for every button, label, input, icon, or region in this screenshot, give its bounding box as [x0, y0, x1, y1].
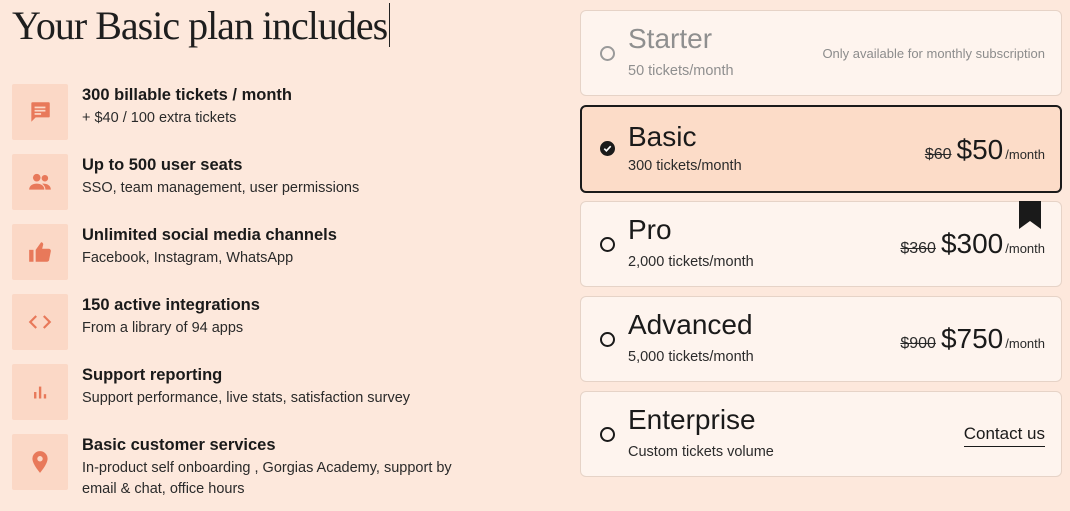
original-price: $60 [924, 146, 952, 163]
checkmark-icon [603, 145, 612, 152]
thumbs-up-icon [12, 224, 68, 280]
bar-chart-icon [12, 364, 68, 420]
location-pin-icon [12, 434, 68, 490]
text-caret [389, 3, 391, 47]
bookmark-icon [1019, 201, 1041, 229]
price-period: /month [1005, 241, 1045, 256]
plan-tickets: 2,000 tickets/month [628, 254, 754, 270]
feature-item-social-channels: Unlimited social media channels Facebook… [12, 224, 552, 282]
contact-us-link[interactable]: Contact us [963, 424, 1045, 447]
feature-description: SSO, team management, user permissions [82, 180, 360, 196]
plan-tickets: 300 tickets/month [628, 158, 742, 174]
discounted-price: $750 [940, 323, 1004, 354]
feature-description: In-product self onboarding , Gorgias Aca… [82, 460, 452, 497]
feature-description: Support performance, live stats, satisfa… [82, 390, 411, 406]
plan-option-enterprise[interactable]: Enterprise Custom tickets volume Contact… [580, 391, 1062, 477]
plan-features-panel: Your Basic plan includes 300 billable ti… [0, 0, 570, 511]
radio-button-checked[interactable] [600, 141, 615, 156]
feature-title: Up to 500 user seats [82, 156, 243, 174]
plan-name: Basic [628, 121, 697, 152]
feature-item-customer-services: Basic customer services In-product self … [12, 434, 552, 497]
plan-name: Starter [628, 23, 713, 54]
feature-item-tickets: 300 billable tickets / month + $40 / 100… [12, 84, 552, 142]
plan-option-basic[interactable]: Basic 300 tickets/month $60 $50 /month [580, 105, 1062, 193]
original-price: $900 [900, 335, 936, 352]
code-icon [12, 294, 68, 350]
feature-title: Support reporting [82, 366, 223, 384]
plan-tickets: 50 tickets/month [628, 63, 734, 79]
discounted-price: $50 [956, 134, 1004, 165]
radio-button[interactable] [600, 237, 615, 252]
original-price: $360 [900, 240, 936, 257]
feature-title: 150 active integrations [82, 296, 260, 314]
users-icon [12, 154, 68, 210]
feature-item-reporting: Support reporting Support performance, l… [12, 364, 552, 422]
radio-button[interactable] [600, 427, 615, 442]
plan-option-advanced[interactable]: Advanced 5,000 tickets/month $900 $750 /… [580, 296, 1062, 382]
radio-button[interactable] [600, 46, 615, 61]
availability-note: Only available for monthly subscription [822, 46, 1045, 61]
plan-price: $60 $50 /month [925, 134, 1045, 166]
price-period: /month [1005, 147, 1045, 162]
plan-price: $360 $300 /month [900, 228, 1045, 260]
feature-title: Unlimited social media channels [82, 226, 337, 244]
feature-description: + $40 / 100 extra tickets [82, 110, 237, 126]
chat-icon [12, 84, 68, 140]
plan-price: $900 $750 /month [900, 323, 1045, 355]
plan-tickets: 5,000 tickets/month [628, 349, 754, 365]
radio-button[interactable] [600, 332, 615, 347]
page-title: Your Basic plan includes [12, 2, 391, 49]
plan-option-pro[interactable]: Pro 2,000 tickets/month $360 $300 /month [580, 201, 1062, 287]
feature-item-user-seats: Up to 500 user seats SSO, team managemen… [12, 154, 552, 212]
feature-item-integrations: 150 active integrations From a library o… [12, 294, 552, 352]
plan-selector: Starter 50 tickets/month Only available … [580, 0, 1064, 511]
price-period: /month [1005, 336, 1045, 351]
plan-tickets: Custom tickets volume [628, 444, 774, 460]
discounted-price: $300 [940, 228, 1004, 259]
plan-name: Pro [628, 214, 672, 245]
feature-title: Basic customer services [82, 436, 276, 454]
feature-description: From a library of 94 apps [82, 320, 244, 336]
feature-description: Facebook, Instagram, WhatsApp [82, 250, 294, 266]
feature-title: 300 billable tickets / month [82, 86, 292, 104]
plan-name: Advanced [628, 309, 753, 340]
plan-option-starter[interactable]: Starter 50 tickets/month Only available … [580, 10, 1062, 96]
plan-name: Enterprise [628, 404, 756, 435]
